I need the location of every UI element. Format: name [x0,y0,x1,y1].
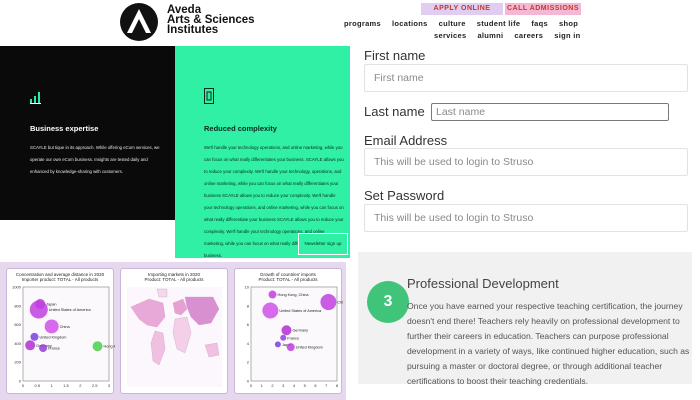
chart-1-ytick-label: 1000 [12,285,22,290]
chart-3-xtick-label: 0 [250,383,253,388]
chart-1-point-label: China [60,325,71,329]
call-admissions-button[interactable]: CALL ADMISSIONS [505,3,581,15]
chart-3-point [286,343,295,352]
chart-1-xtick-label: 2 [79,383,82,388]
step-number-badge: 3 [367,281,409,323]
nav-student-life[interactable]: student life [477,19,521,28]
chart-1-ytick-label: 600 [14,322,21,327]
chart-3-ytick-label: 10 [245,285,250,290]
professional-development-title: Professional Development [407,276,559,291]
chart-3-ytick-label: 2 [247,360,250,365]
site-header: Aveda Arts & Sciences Institutes APPLY O… [0,0,700,46]
world-map-graphic [127,287,222,387]
professional-development-text: Once you have earned your respective tea… [407,301,690,386]
chart-3-point [268,290,277,299]
chart-3-xtick-label: 6 [314,383,317,388]
chart-3-plot: 1086420012345678Hong Kong, ChinaChinaUni… [245,285,343,389]
chart-1-xtick-label: 0.5 [35,383,41,388]
first-name-label: First name [364,48,426,63]
first-name-input[interactable]: First name [364,64,688,92]
chart-3-point [280,334,287,341]
professional-development-card: 3 Professional Development Once you have… [358,252,692,386]
chart-1-point [39,344,48,353]
chart-1-ytick-label: 400 [14,341,21,346]
nav-programs[interactable]: programs [344,19,381,28]
chart-3-point [281,325,292,336]
chart-1-point-label: Japan [46,302,56,306]
chart-3-xtick-label: 1 [261,383,264,388]
chart-3-point [274,341,281,348]
apply-online-button[interactable]: APPLY ONLINE [421,3,503,15]
chart-1-point [29,300,48,319]
nav-alumni[interactable]: alumni [477,31,503,40]
newsletter-signup-button[interactable]: Newsletter sign up [298,233,348,255]
concentration-chart: Concentration and average distance in 20… [6,268,115,394]
email-input[interactable]: This will be used to login to Struso [364,148,688,176]
nav-faqs[interactable]: faqs [531,19,548,28]
bar-chart-icon [30,90,42,107]
chart-3-point [262,302,279,319]
importing-markets-map: Importing markets in 2020 Product: TOTAL… [120,268,228,394]
chart-1-xtick-label: 3 [108,383,111,388]
primary-nav: programs locations culture student life … [344,19,578,28]
chart-3-point-label: United States of America [279,309,322,313]
chart-3-point-label: Hong Kong, China [278,293,310,297]
nav-careers[interactable]: careers [514,31,543,40]
chart-1-ytick-label: 800 [14,303,21,308]
chart-3-point-label: United Kingdom [296,346,323,350]
email-label: Email Address [364,133,448,148]
page: Aveda Arts & Sciences Institutes APPLY O… [0,0,700,400]
chart-3-ytick-label: 4 [247,341,250,346]
chart-1-point-label: United Kingdom [39,335,66,339]
layers-icon [204,88,214,107]
logo-line-3: Institutes [167,24,219,36]
last-name-input[interactable]: Last name [431,103,669,121]
aveda-logo-icon[interactable] [120,3,158,41]
secondary-nav: services alumni careers sign in [434,31,581,40]
nav-culture[interactable]: culture [439,19,466,28]
chart-3-xtick-label: 4 [293,383,296,388]
chart-3-point-label: China [337,301,343,305]
nav-services[interactable]: services [434,31,466,40]
chart-1-point-label: Hong Kong, China [104,345,115,349]
chart-3-xtick-label: 2 [271,383,274,388]
chart-1-point [92,341,103,352]
chart-3-ytick-label: 6 [247,322,250,327]
chart-3-point [320,294,337,311]
chart-1-ytick-label: 200 [14,360,21,365]
chart-3-ytick-label: 8 [247,303,250,308]
password-input[interactable]: This will be used to login to Struso [364,204,688,232]
business-expertise-panel: Business expertise SCAYLE but tique in i… [0,46,175,220]
reduced-complexity-panel: Reduced complexity We'll handle your tec… [175,46,350,258]
growth-imports-chart: Growth of countries' imports Product: TO… [234,268,343,394]
password-label: Set Password [364,188,445,203]
nav-locations[interactable]: locations [392,19,428,28]
chart-1-point [30,332,39,341]
nav-sign-in[interactable]: sign in [554,31,580,40]
chart-1-xtick-label: 1.5 [63,383,69,388]
chart-3-xtick-label: 3 [282,383,285,388]
chart-1-point-label: France [48,347,60,351]
last-name-label: Last name [364,104,425,119]
chart-1-plot: 100080060040020000 0.5 1 1.5 2 2.5 3JapanUnite… [12,285,115,389]
chart-1-xtick-label: 1 [51,383,54,388]
nav-shop[interactable]: shop [559,19,578,28]
chart-1-point [44,319,59,334]
trade-charts-strip: Concentration and average distance in 20… [0,262,346,400]
business-expertise-title: Business expertise [30,124,99,133]
chart-1-point [25,340,36,351]
business-expertise-text: SCAYLE but tique in its approach. While … [30,145,160,174]
chart-3-point-label: Germany [292,329,308,333]
chart-1-point-label: United States of America [49,308,92,312]
chart-3-xtick-label: 5 [304,383,307,388]
chart-3-xtick-label: 7 [325,383,328,388]
chart-3-point-label: France [287,336,299,340]
chart-1-xtick-label: 0 [22,383,25,388]
chart-3-xtick-label: 8 [336,383,339,388]
chart-1-xtick-label: 2.5 [92,383,98,388]
reduced-complexity-title: Reduced complexity [204,124,277,133]
logo-wordmark[interactable]: Aveda Arts & Sciences Institutes [167,4,255,36]
